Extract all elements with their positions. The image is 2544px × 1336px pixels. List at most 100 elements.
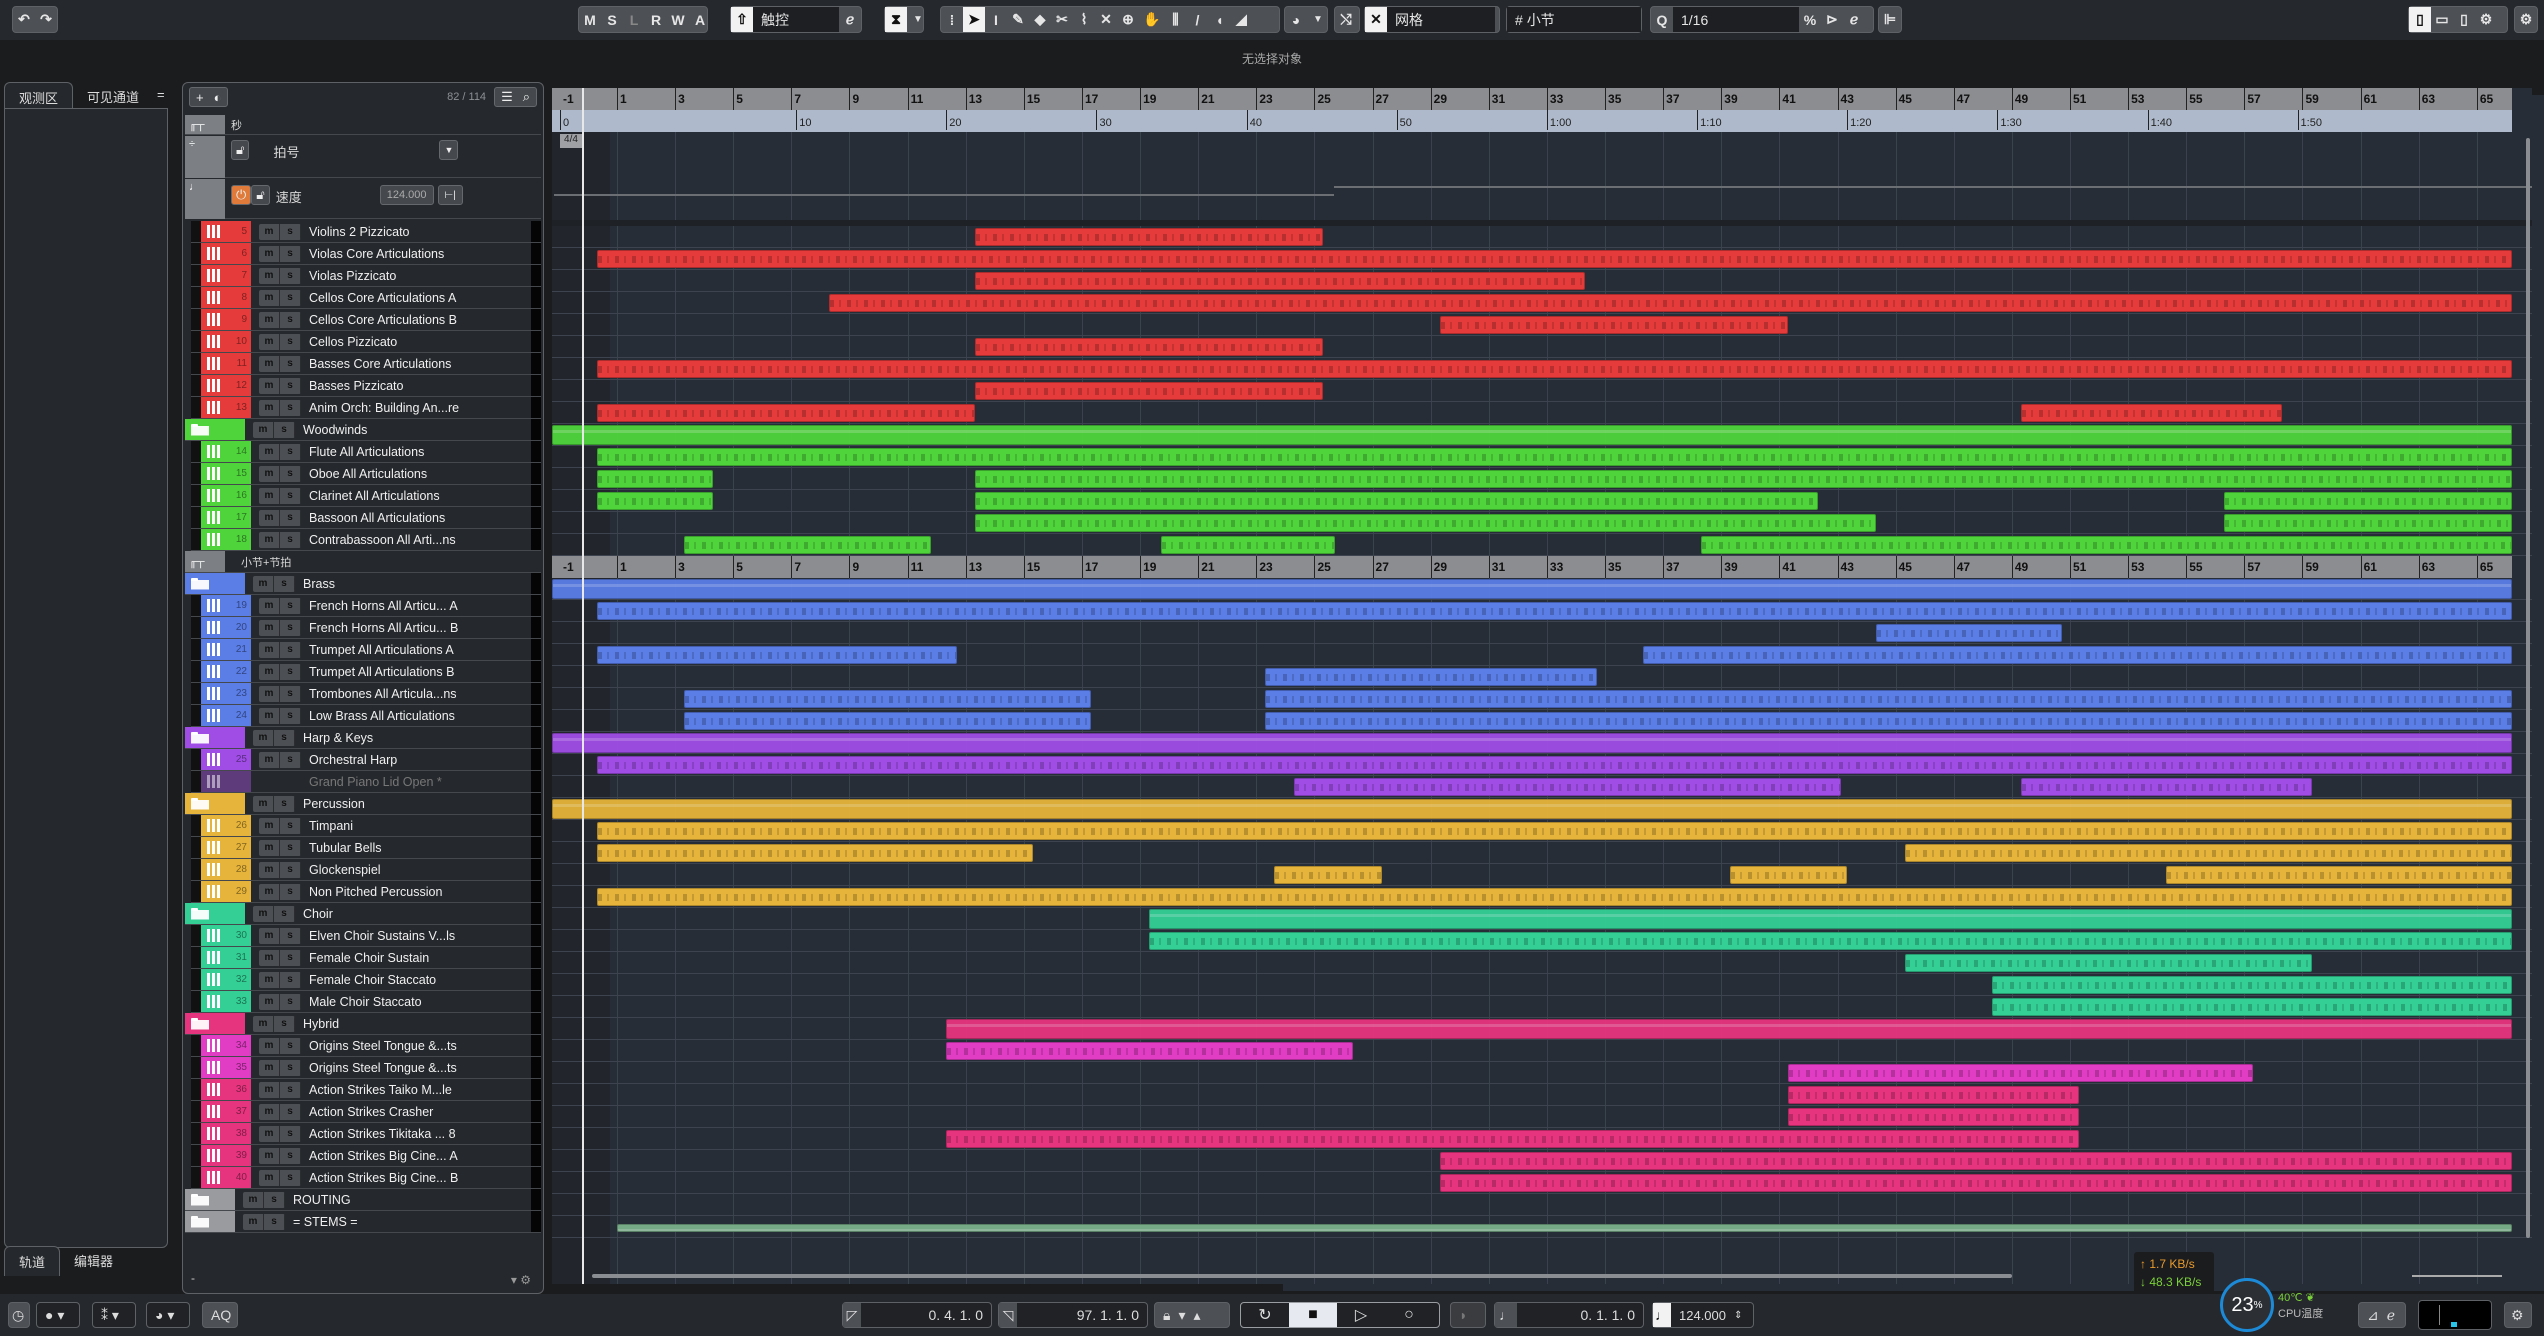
- metronome-icon[interactable]: ⊿: [2359, 1307, 2387, 1324]
- automation-mode-select[interactable]: 触控 ▼: [753, 7, 2544, 1291]
- chevron-down-icon[interactable]: ▼: [439, 140, 459, 160]
- solo-button[interactable]: s: [280, 333, 301, 350]
- mute-button[interactable]: m: [259, 1103, 280, 1120]
- track-name[interactable]: Low Brass All Articulations: [309, 709, 455, 723]
- midi-part[interactable]: [1991, 998, 2512, 1016]
- mute-button[interactable]: m: [259, 509, 280, 526]
- track-lane[interactable]: [552, 358, 2532, 380]
- track-color-strip[interactable]: 37: [201, 1101, 251, 1122]
- mute-button[interactable]: m: [259, 377, 280, 394]
- solo-button[interactable]: s: [264, 1191, 285, 1208]
- track-name[interactable]: Choir: [303, 907, 333, 921]
- mute-button[interactable]: m: [259, 267, 280, 284]
- track-row[interactable]: 14 m s Flute All Articulations: [191, 441, 541, 463]
- track-color-strip[interactable]: 7: [201, 265, 251, 286]
- track-row[interactable]: 38 m s Action Strikes Tikitaka ... 8: [191, 1123, 541, 1145]
- track-color-strip[interactable]: 27: [201, 837, 251, 858]
- quantize-select[interactable]: 1/16▼: [1673, 7, 2544, 1291]
- track-row[interactable]: 7 m s Violas Pizzicato: [191, 265, 541, 287]
- solo-button[interactable]: s: [280, 267, 301, 284]
- folder-track[interactable]: m s Harp & Keys: [185, 727, 541, 749]
- track-row[interactable]: 24 m s Low Brass All Articulations: [191, 705, 541, 727]
- track-row[interactable]: 27 m s Tubular Bells: [191, 837, 541, 859]
- midi-part[interactable]: [1788, 1108, 2080, 1126]
- position-display[interactable]: ♩ 0. 1. 1. 0: [1494, 1302, 1644, 1328]
- track-name[interactable]: Female Choir Sustain: [309, 951, 429, 965]
- hand-icon[interactable]: ✋: [1139, 7, 1164, 32]
- midi-part[interactable]: [974, 272, 1586, 290]
- track-name[interactable]: Timpani: [309, 819, 353, 833]
- ruler2-bars[interactable]: [552, 556, 2512, 578]
- track-row[interactable]: 12 m s Basses Pizzicato: [191, 375, 541, 397]
- right-zone-icon[interactable]: ▯: [2453, 7, 2475, 32]
- tempo-value-field[interactable]: 124.000: [379, 185, 434, 205]
- edit-quantize-icon[interactable]: ℯ: [1843, 7, 1865, 32]
- mute-button[interactable]: m: [259, 355, 280, 372]
- track-lane[interactable]: [552, 1018, 2532, 1040]
- solo-button[interactable]: s: [280, 509, 301, 526]
- track-color-strip[interactable]: 11: [201, 353, 251, 374]
- track-name[interactable]: Bassoon All Articulations: [309, 511, 445, 525]
- solo-button[interactable]: s: [280, 1037, 301, 1054]
- track-color-strip[interactable]: 16: [201, 485, 251, 506]
- midi-part[interactable]: [597, 822, 2512, 840]
- mute-button[interactable]: m: [259, 685, 280, 702]
- midi-part[interactable]: [974, 514, 1876, 532]
- track-lane[interactable]: [552, 666, 2532, 688]
- track-color-strip[interactable]: 39: [201, 1145, 251, 1166]
- midi-part[interactable]: [2166, 866, 2512, 884]
- ruler-bars[interactable]: [552, 88, 2512, 110]
- mute-button[interactable]: m: [259, 817, 280, 834]
- track-name[interactable]: Hybrid: [303, 1017, 339, 1031]
- track-name[interactable]: Origins Steel Tongue &...ts: [309, 1039, 457, 1053]
- mute-button[interactable]: m: [259, 641, 280, 658]
- track-color-strip[interactable]: 25: [201, 749, 251, 770]
- track-row[interactable]: Grand Piano Lid Open *: [191, 771, 541, 793]
- left-zone-icon[interactable]: ▯: [2409, 7, 2431, 32]
- ruler-track-bars[interactable]: ╓┬ 小节+节拍: [185, 551, 541, 573]
- edit-automation-icon[interactable]: ℯ: [839, 7, 861, 32]
- folder-icon[interactable]: [191, 1215, 209, 1228]
- track-lane[interactable]: [552, 820, 2532, 842]
- track-name[interactable]: Action Strikes Big Cine... B: [309, 1171, 458, 1185]
- audio-mode-select[interactable]: ⁑ ▾: [92, 1302, 136, 1328]
- select-icon[interactable]: ➤: [963, 7, 985, 32]
- midi-part[interactable]: [1439, 1174, 2512, 1192]
- track-color-strip[interactable]: 17: [201, 507, 251, 528]
- track-row[interactable]: 21 m s Trumpet All Articulations A: [191, 639, 541, 661]
- track-lane[interactable]: [552, 886, 2532, 908]
- folder-icon[interactable]: [191, 907, 209, 920]
- track-row[interactable]: 11 m s Basses Core Articulations: [191, 353, 541, 375]
- drag-handle-icon[interactable]: ⁞: [941, 7, 963, 32]
- solo-button[interactable]: s: [280, 1147, 301, 1164]
- midi-part[interactable]: [597, 404, 975, 422]
- track-lane[interactable]: [552, 1194, 2532, 1216]
- track-color-strip[interactable]: 22: [201, 661, 251, 682]
- solo-button[interactable]: s: [280, 289, 301, 306]
- track-name[interactable]: Male Choir Staccato: [309, 995, 422, 1009]
- track-list-tools[interactable]: ☰ ⌕: [494, 87, 537, 107]
- folder-part[interactable]: [552, 425, 2512, 445]
- lock-icon[interactable]: 🔓︎: [251, 185, 270, 205]
- mute-button[interactable]: m: [259, 597, 280, 614]
- track-row[interactable]: 13 m s Anim Orch: Building An...re: [191, 397, 541, 419]
- solo-button[interactable]: s: [274, 421, 295, 438]
- mute-button[interactable]: m: [243, 1213, 264, 1230]
- track-name[interactable]: Female Choir Staccato: [309, 973, 436, 987]
- track-name[interactable]: ROUTING: [293, 1193, 351, 1207]
- solo-button[interactable]: s: [280, 817, 301, 834]
- midi-part[interactable]: [974, 470, 2512, 488]
- track-color-strip[interactable]: 12: [201, 375, 251, 396]
- track-lane[interactable]: [552, 710, 2532, 732]
- audition-button[interactable]: A: [689, 7, 711, 32]
- track-name[interactable]: Violas Core Articulations: [309, 247, 444, 261]
- midi-part[interactable]: [684, 536, 932, 554]
- folder-icon[interactable]: [191, 577, 209, 590]
- mute-button[interactable]: m: [259, 443, 280, 460]
- track-name[interactable]: Harp & Keys: [303, 731, 373, 745]
- track-lane[interactable]: [552, 248, 2532, 270]
- split-icon[interactable]: ✂: [1051, 7, 1073, 32]
- midi-part[interactable]: [597, 646, 958, 664]
- mute-button[interactable]: m: [259, 465, 280, 482]
- track-row[interactable]: 9 m s Cellos Core Articulations B: [191, 309, 541, 331]
